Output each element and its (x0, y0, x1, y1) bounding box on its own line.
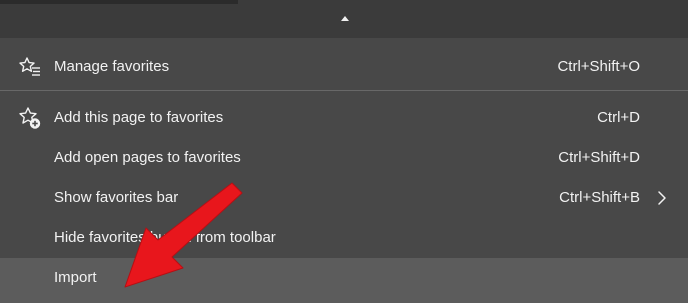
menu-item-label: Show favorites bar (54, 189, 179, 206)
menu-divider (0, 90, 688, 91)
menu-item-hide-favorites-button[interactable]: Hide favorites button from toolbar (0, 218, 688, 258)
menu-item-add-this-page[interactable]: Add this page to favorites Ctrl+D (0, 98, 688, 138)
menu-item-label: Add open pages to favorites (54, 149, 241, 166)
menu-item-show-favorites-bar[interactable]: Show favorites bar Ctrl+Shift+B (0, 178, 688, 218)
menu-item-label: Import (54, 269, 97, 286)
menu-item-label: Add this page to favorites (54, 109, 224, 126)
star-add-icon (19, 107, 41, 129)
chevron-right-icon (658, 191, 666, 205)
star-list-icon (19, 57, 40, 76)
top-bar-edge (0, 0, 238, 4)
caret-up-icon (341, 16, 349, 21)
menu-item-shortcut: Ctrl+Shift+O (557, 58, 640, 75)
menu-item-import[interactable]: Import (0, 258, 688, 303)
menu-item-shortcut: Ctrl+Shift+B (559, 189, 640, 206)
menu-item-shortcut: Ctrl+Shift+D (558, 149, 640, 166)
top-bar (0, 0, 688, 38)
menu-item-add-open-pages[interactable]: Add open pages to favorites Ctrl+Shift+D (0, 138, 688, 178)
screen: Manage favorites Ctrl+Shift+O Add this p… (0, 0, 688, 303)
menu-item-manage-favorites[interactable]: Manage favorites Ctrl+Shift+O (0, 47, 688, 87)
menu-item-label: Hide favorites button from toolbar (54, 229, 276, 246)
menu-item-label: Manage favorites (54, 58, 170, 75)
favorites-menu: Manage favorites Ctrl+Shift+O Add this p… (0, 38, 688, 303)
menu-item-shortcut: Ctrl+D (597, 109, 640, 126)
